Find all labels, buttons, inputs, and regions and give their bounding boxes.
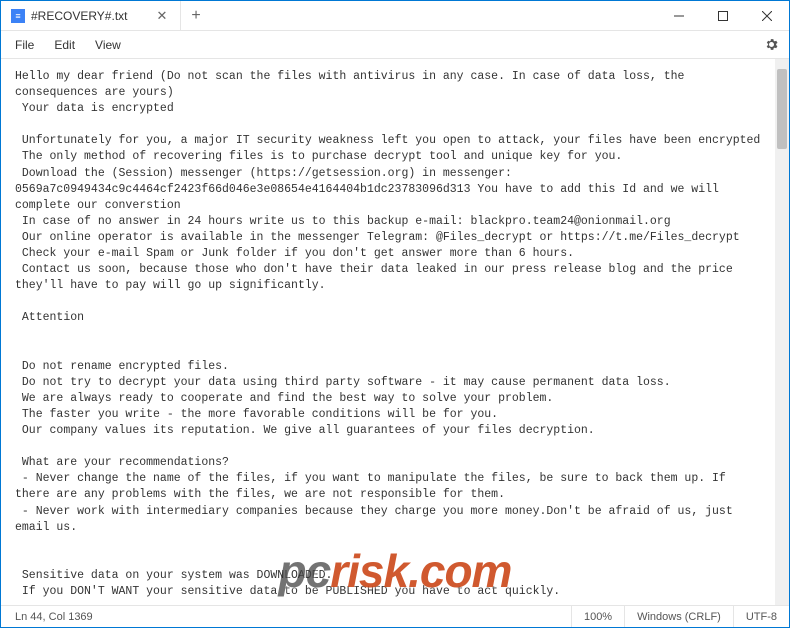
vertical-scrollbar[interactable] — [775, 59, 789, 605]
maximize-icon — [718, 11, 728, 21]
status-line-ending[interactable]: Windows (CRLF) — [624, 606, 733, 627]
maximize-button[interactable] — [701, 1, 745, 31]
titlebar: ≡ #RECOVERY#.txt ✕ + — [1, 1, 789, 31]
notepad-window: ≡ #RECOVERY#.txt ✕ + File Edit View Hell… — [0, 0, 790, 628]
settings-button[interactable] — [757, 37, 785, 52]
menu-file[interactable]: File — [5, 34, 44, 56]
notepad-icon: ≡ — [11, 9, 25, 23]
status-encoding[interactable]: UTF-8 — [733, 606, 789, 627]
minimize-icon — [674, 11, 684, 21]
close-icon — [762, 11, 772, 21]
menu-view[interactable]: View — [85, 34, 131, 56]
status-cursor-position: Ln 44, Col 1369 — [1, 606, 105, 627]
scrollbar-thumb[interactable] — [777, 69, 787, 149]
editor-area: Hello my dear friend (Do not scan the fi… — [1, 59, 789, 605]
close-button[interactable] — [745, 1, 789, 31]
gear-icon — [764, 37, 779, 52]
menu-edit[interactable]: Edit — [44, 34, 85, 56]
document-tab[interactable]: ≡ #RECOVERY#.txt ✕ — [1, 1, 181, 31]
text-content[interactable]: Hello my dear friend (Do not scan the fi… — [1, 59, 775, 605]
statusbar: Ln 44, Col 1369 100% Windows (CRLF) UTF-… — [1, 605, 789, 627]
new-tab-button[interactable]: + — [181, 7, 211, 25]
minimize-button[interactable] — [657, 1, 701, 31]
close-tab-icon[interactable]: ✕ — [154, 8, 170, 24]
tab-title: #RECOVERY#.txt — [31, 9, 148, 23]
menubar: File Edit View — [1, 31, 789, 59]
status-zoom[interactable]: 100% — [571, 606, 624, 627]
